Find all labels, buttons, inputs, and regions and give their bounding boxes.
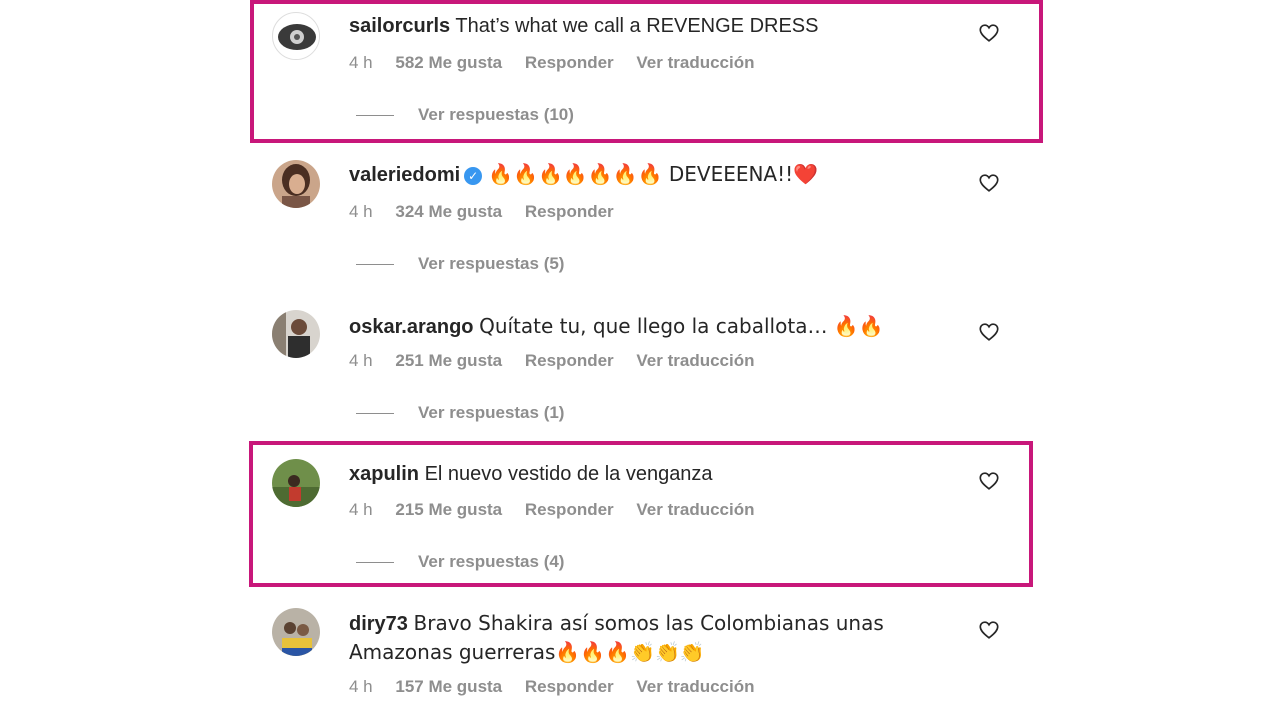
comment-text-line: oskar.arango Quítate tu, que llego la ca…	[349, 312, 889, 341]
likes-count[interactable]: 157 Me gusta	[395, 677, 502, 696]
reply-button[interactable]: Responder	[525, 500, 614, 519]
likes-count[interactable]: 215 Me gusta	[395, 500, 502, 519]
comment-text: Quítate tu, que llego la caballota… 🔥🔥	[479, 314, 884, 338]
view-replies-button[interactable]: Ver respuestas (1)	[356, 402, 564, 424]
username[interactable]: valeriedomi	[349, 164, 460, 186]
comment-time: 4 h	[349, 202, 373, 221]
username[interactable]: diry73	[349, 613, 408, 635]
username[interactable]: sailorcurls	[349, 15, 450, 37]
heart-icon[interactable]	[978, 619, 1000, 641]
view-replies-button[interactable]: Ver respuestas (10)	[356, 104, 574, 126]
avatar-image	[272, 160, 320, 208]
comment-oskar-arango: oskar.arango Quítate tu, que llego la ca…	[250, 300, 1040, 440]
likes-count[interactable]: 582 Me gusta	[395, 53, 502, 72]
view-replies-label: Ver respuestas (5)	[418, 254, 565, 273]
comment-sailorcurls: sailorcurls That’s what we call a REVENG…	[250, 0, 1040, 140]
see-translation-button[interactable]: Ver traducción	[636, 351, 754, 370]
reply-button[interactable]: Responder	[525, 351, 614, 370]
replies-divider	[356, 115, 394, 117]
avatar[interactable]	[272, 608, 320, 656]
see-translation-button[interactable]: Ver traducción	[636, 500, 754, 519]
likes-count[interactable]: 324 Me gusta	[395, 202, 502, 221]
comment-text: El nuevo vestido de la venganza	[424, 463, 713, 485]
avatar[interactable]	[272, 459, 320, 507]
avatar[interactable]	[272, 310, 320, 358]
avatar-image	[274, 14, 319, 59]
comment-time: 4 h	[349, 677, 373, 696]
reply-button[interactable]: Responder	[525, 677, 614, 696]
username[interactable]: xapulin	[349, 463, 419, 485]
heart-icon[interactable]	[978, 321, 1000, 343]
comment-meta: 4 h 157 Me gusta Responder Ver traducció…	[349, 676, 773, 698]
view-replies-label: Ver respuestas (1)	[418, 403, 565, 422]
heart-icon[interactable]	[978, 470, 1000, 492]
avatar[interactable]	[272, 12, 320, 60]
replies-divider	[356, 264, 394, 266]
comment-meta: 4 h 324 Me gusta Responder	[349, 201, 632, 223]
view-replies-button[interactable]: Ver respuestas (5)	[356, 253, 564, 275]
username[interactable]: oskar.arango	[349, 316, 474, 338]
avatar-image	[272, 310, 320, 358]
comment-time: 4 h	[349, 53, 373, 72]
view-replies-label: Ver respuestas (10)	[418, 105, 574, 124]
comment-meta: 4 h 215 Me gusta Responder Ver traducció…	[349, 499, 773, 521]
comment-text: Bravo Shakira así somos las Colombianas …	[349, 611, 884, 664]
see-translation-button[interactable]: Ver traducción	[636, 53, 754, 72]
comment-text: 🔥🔥🔥🔥🔥🔥🔥 DEVEEENA!!❤️	[488, 162, 819, 186]
comment-text-line: xapulin El nuevo vestido de la venganza	[349, 460, 889, 488]
replies-divider	[356, 413, 394, 415]
comment-time: 4 h	[349, 351, 373, 370]
avatar-image	[272, 459, 320, 507]
comment-meta: 4 h 582 Me gusta Responder Ver traducció…	[349, 52, 773, 74]
comment-text: That’s what we call a REVENGE DRESS	[455, 15, 819, 37]
view-replies-button[interactable]: Ver respuestas (4)	[356, 551, 564, 573]
heart-icon[interactable]	[978, 22, 1000, 44]
replies-divider	[356, 562, 394, 564]
comment-text-line: sailorcurls That’s what we call a REVENG…	[349, 12, 889, 40]
comment-text-line: diry73 Bravo Shakira así somos las Colom…	[349, 609, 909, 667]
comment-diry73: diry73 Bravo Shakira así somos las Colom…	[250, 598, 1040, 720]
reply-button[interactable]: Responder	[525, 53, 614, 72]
comment-text-line: valeriedomi ✓ 🔥🔥🔥🔥🔥🔥🔥 DEVEEENA!!❤️	[349, 160, 889, 189]
view-replies-label: Ver respuestas (4)	[418, 552, 565, 571]
likes-count[interactable]: 251 Me gusta	[395, 351, 502, 370]
see-translation-button[interactable]: Ver traducción	[636, 677, 754, 696]
heart-icon[interactable]	[978, 172, 1000, 194]
comment-time: 4 h	[349, 500, 373, 519]
comment-xapulin: xapulin El nuevo vestido de la venganza …	[250, 450, 1040, 590]
avatar-image	[272, 608, 320, 656]
comment-meta: 4 h 251 Me gusta Responder Ver traducció…	[349, 350, 773, 372]
verified-badge-icon: ✓	[464, 166, 483, 185]
reply-button[interactable]: Responder	[525, 202, 614, 221]
avatar[interactable]	[272, 160, 320, 208]
comment-valeriedomi: valeriedomi ✓ 🔥🔥🔥🔥🔥🔥🔥 DEVEEENA!!❤️ 4 h 324…	[250, 150, 1040, 290]
